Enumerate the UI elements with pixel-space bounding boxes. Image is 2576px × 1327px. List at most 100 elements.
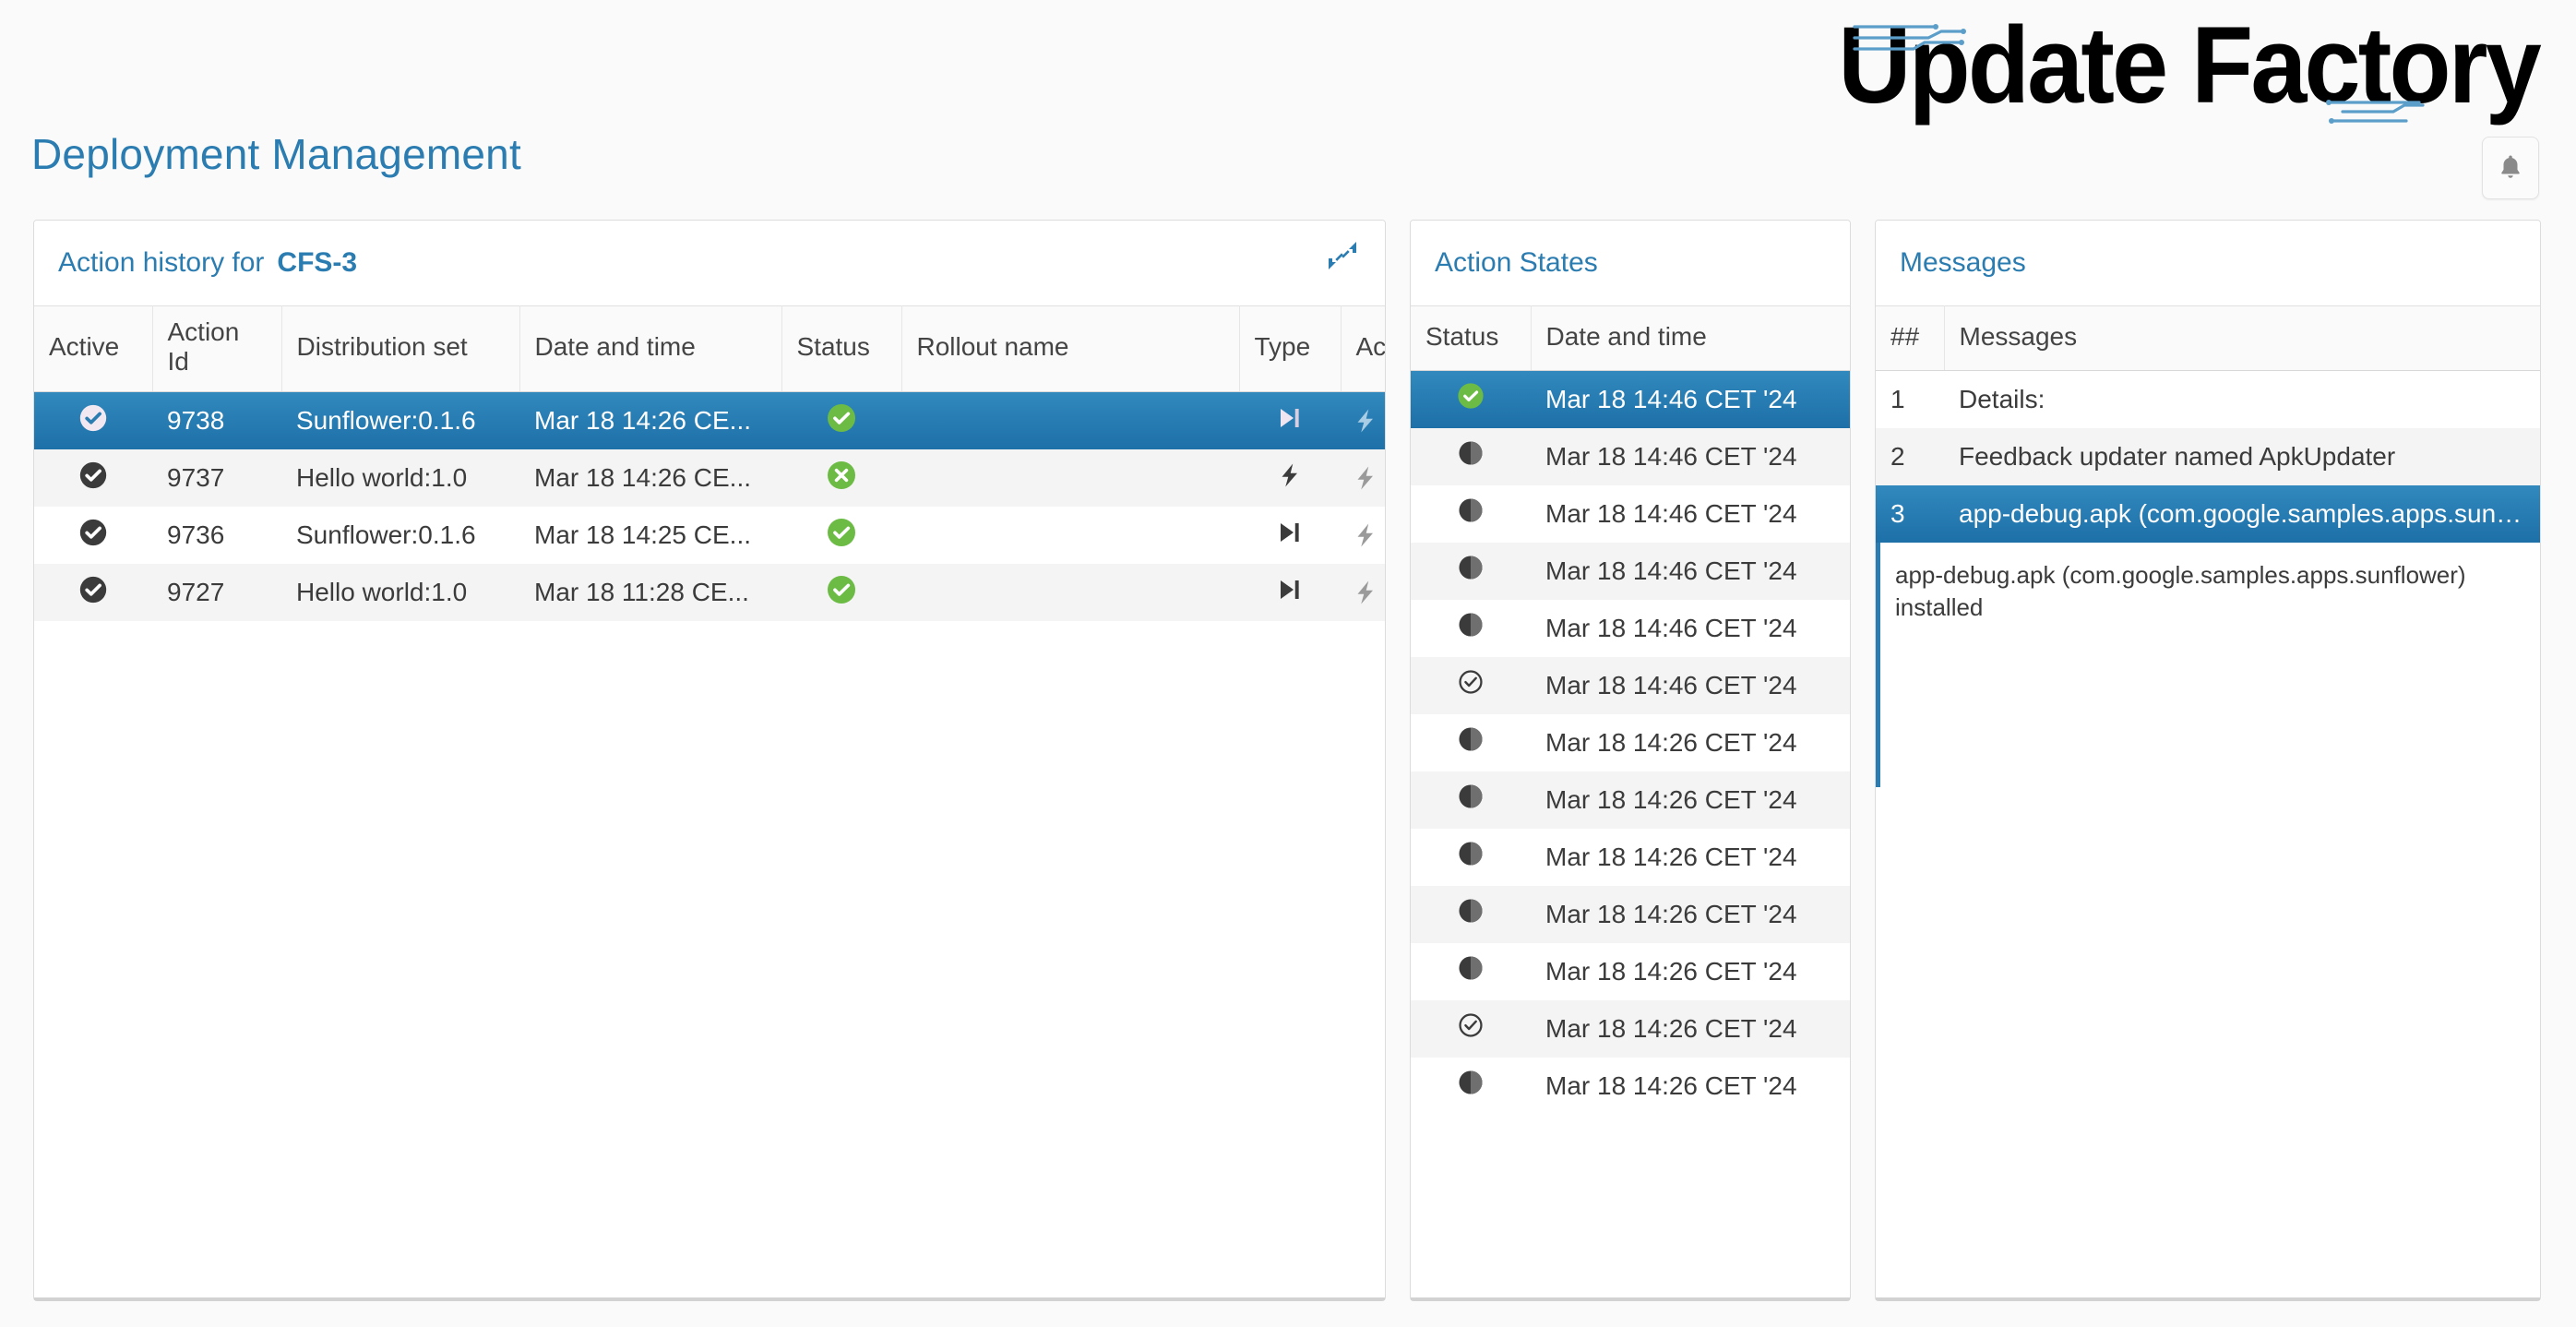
force-lightning-button[interactable] bbox=[1341, 464, 1385, 492]
rollout-name-cell bbox=[901, 507, 1239, 564]
action-state-row[interactable]: Mar 18 14:46 CET '24 bbox=[1411, 600, 1850, 657]
force-lightning-icon bbox=[1357, 523, 1373, 547]
messages-panel: Messages ## Messages 1 Details: 2 Feedback … bbox=[1875, 220, 2541, 1301]
state-status-cell bbox=[1411, 943, 1531, 1000]
action-history-row[interactable]: 9737 Hello world:1.0 Mar 18 14:26 CE... bbox=[34, 449, 1385, 507]
action-state-row[interactable]: Mar 18 14:26 CET '24 bbox=[1411, 771, 1850, 829]
state-status-cell bbox=[1411, 1000, 1531, 1058]
action-state-row[interactable]: Mar 18 14:26 CET '24 bbox=[1411, 885, 1850, 943]
message-row[interactable]: 2 Feedback updater named ApkUpdater bbox=[1876, 427, 2540, 485]
col-active[interactable]: Active bbox=[34, 305, 153, 392]
state-status-cell bbox=[1411, 543, 1531, 600]
state-status-cell bbox=[1411, 771, 1531, 829]
col-actions[interactable]: Actions bbox=[1341, 305, 1385, 392]
message-text-cell: Feedback updater named ApkUpdater bbox=[1959, 441, 2396, 471]
lightning-bolt-icon bbox=[1282, 463, 1297, 486]
state-date-and-time-cell: Mar 18 14:46 CET '24 bbox=[1545, 556, 1797, 585]
status-success-icon bbox=[828, 403, 855, 432]
active-status-cell bbox=[34, 507, 152, 564]
action-history-row[interactable]: 9738 Sunflower:0.1.6 Mar 18 14:26 CE... bbox=[34, 391, 1385, 450]
action-states-thead: Status Date and time bbox=[1411, 305, 1850, 371]
state-date-and-time-cell: Mar 18 14:46 CET '24 bbox=[1545, 384, 1797, 413]
status-success-icon bbox=[828, 518, 855, 546]
action-history-row[interactable]: 9727 Hello world:1.0 Mar 18 11:28 CE... bbox=[34, 564, 1385, 621]
col-action-id[interactable]: Action Id bbox=[152, 305, 282, 392]
col-distribution-set[interactable]: Distribution set bbox=[281, 305, 520, 392]
active-status-cell bbox=[34, 564, 152, 621]
col-message-number[interactable]: ## bbox=[1876, 305, 1945, 371]
col-state-status[interactable]: Status bbox=[1411, 305, 1532, 371]
state-status-cell bbox=[1411, 371, 1531, 428]
force-lightning-button[interactable] bbox=[1341, 521, 1385, 549]
state-status-cell bbox=[1411, 485, 1531, 543]
type-cell bbox=[1239, 507, 1341, 564]
col-message-text[interactable]: Messages bbox=[1944, 305, 2540, 371]
action-state-row[interactable]: Mar 18 14:26 CET '24 bbox=[1411, 1058, 1850, 1115]
action-history-thead: Active Action Id Distribution set Date a… bbox=[34, 305, 1385, 392]
status-cell bbox=[781, 507, 901, 564]
message-row[interactable]: 1 Details: bbox=[1876, 371, 2540, 428]
action-state-row[interactable]: Mar 18 14:26 CET '24 bbox=[1411, 999, 1850, 1058]
col-state-date-and-time[interactable]: Date and time bbox=[1531, 305, 1850, 371]
panels-row: Action history for CFS-3 Active Action I… bbox=[0, 220, 2576, 1301]
brand-logo: Update Factory bbox=[1773, 7, 2542, 137]
col-status[interactable]: Status bbox=[781, 305, 902, 392]
col-rollout-name[interactable]: Rollout name bbox=[901, 305, 1240, 392]
action-state-row[interactable]: Mar 18 14:26 CET '24 bbox=[1411, 943, 1850, 1000]
action-id-cell: 9737 bbox=[167, 463, 225, 492]
state-date-and-time-cell: Mar 18 14:46 CET '24 bbox=[1545, 441, 1797, 471]
rollout-name-cell bbox=[901, 449, 1239, 507]
action-state-row[interactable]: Mar 18 14:46 CET '24 bbox=[1411, 542, 1850, 600]
message-number-cell: 3 bbox=[1890, 498, 1905, 528]
action-state-row[interactable]: Mar 18 14:26 CET '24 bbox=[1411, 714, 1850, 771]
state-date-and-time-cell: Mar 18 14:26 CET '24 bbox=[1545, 1013, 1797, 1043]
force-lightning-button[interactable] bbox=[1341, 407, 1385, 435]
action-state-row[interactable]: Mar 18 14:26 CET '24 bbox=[1411, 829, 1850, 886]
check-circle-filled-icon bbox=[79, 461, 107, 488]
action-id-cell: 9727 bbox=[167, 578, 225, 606]
action-history-row[interactable]: 9736 Sunflower:0.1.6 Mar 18 14:25 CE... bbox=[34, 507, 1385, 564]
action-states-panel: Action States Status Date and time Mar 1… bbox=[1410, 220, 1851, 1301]
status-running-icon bbox=[1459, 727, 1483, 751]
message-row[interactable]: 3 app-debug.apk (com.google.samples.apps.… bbox=[1876, 484, 2540, 543]
col-type[interactable]: Type bbox=[1239, 305, 1342, 392]
type-cell bbox=[1239, 392, 1341, 450]
skip-to-end-icon bbox=[1281, 408, 1299, 427]
distribution-set-cell: Hello world:1.0 bbox=[296, 578, 468, 606]
state-date-and-time-cell: Mar 18 14:26 CET '24 bbox=[1545, 1070, 1797, 1100]
collapse-arrows-icon[interactable] bbox=[1324, 237, 1361, 274]
rollout-name-cell bbox=[901, 392, 1239, 450]
col-date-and-time[interactable]: Date and time bbox=[519, 305, 782, 392]
action-state-row[interactable]: Mar 18 14:46 CET '24 bbox=[1411, 485, 1850, 543]
state-status-cell bbox=[1411, 886, 1531, 943]
force-lightning-button[interactable] bbox=[1341, 579, 1385, 606]
messages-header-row: ## Messages bbox=[1876, 305, 2540, 371]
action-state-row[interactable]: Mar 18 14:46 CET '24 bbox=[1411, 370, 1850, 428]
force-lightning-icon bbox=[1357, 409, 1373, 433]
state-date-and-time-cell: Mar 18 14:46 CET '24 bbox=[1545, 613, 1797, 642]
date-and-time-cell: Mar 18 14:26 CE... bbox=[534, 463, 752, 492]
state-date-and-time-cell: Mar 18 14:26 CET '24 bbox=[1545, 727, 1797, 757]
status-running-icon bbox=[1459, 556, 1483, 580]
action-state-row[interactable]: Mar 18 14:46 CET '24 bbox=[1411, 656, 1850, 714]
action-state-row[interactable]: Mar 18 14:46 CET '24 bbox=[1411, 427, 1850, 485]
distribution-set-cell: Hello world:1.0 bbox=[296, 463, 468, 492]
actions-cell bbox=[1341, 449, 1385, 507]
status-cell bbox=[781, 392, 901, 450]
force-lightning-icon bbox=[1357, 466, 1373, 490]
action-history-empty-space bbox=[34, 621, 1385, 1297]
status-finished-icon bbox=[1458, 383, 1484, 409]
force-lightning-icon bbox=[1357, 580, 1373, 604]
status-download-icon bbox=[1459, 1013, 1483, 1037]
action-id-cell: 9736 bbox=[167, 520, 225, 549]
messages-empty-space bbox=[1876, 786, 2540, 1297]
action-history-header-row: Active Action Id Distribution set Date a… bbox=[34, 305, 1385, 392]
check-circle-filled-icon bbox=[79, 519, 107, 545]
messages-title: Messages bbox=[1900, 247, 2026, 278]
status-cell bbox=[781, 564, 901, 621]
date-and-time-cell: Mar 18 14:25 CE... bbox=[534, 520, 752, 549]
notifications-button[interactable] bbox=[2482, 137, 2539, 199]
status-running-icon bbox=[1459, 784, 1483, 808]
action-history-header: Action history for CFS-3 bbox=[34, 221, 1385, 305]
top-bar: Update Factory Deployment Management bbox=[0, 0, 2576, 205]
